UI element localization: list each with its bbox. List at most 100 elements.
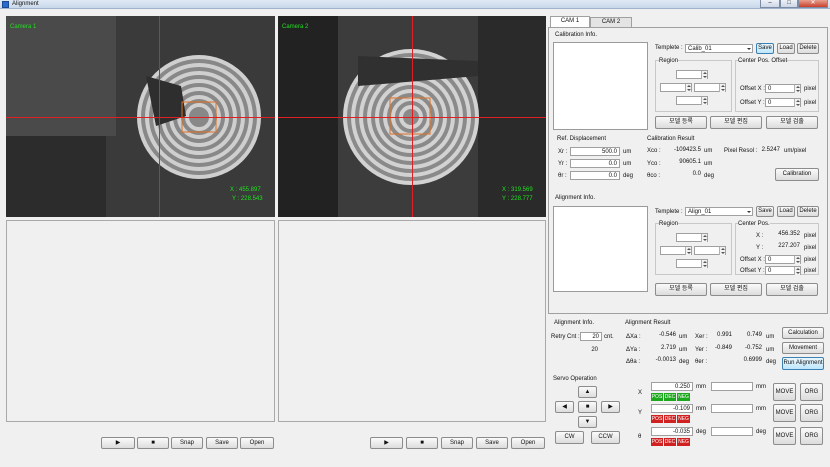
- pixel-unit: pixel: [804, 257, 817, 263]
- crosshair-vertical: [159, 16, 160, 217]
- movement-button[interactable]: Movement: [782, 342, 824, 354]
- spinner-arrows-icon[interactable]: [794, 85, 800, 93]
- delta-ya-label: ΔYa :: [626, 347, 641, 353]
- servo-right-button[interactable]: ▶: [601, 401, 620, 413]
- ref-xr-label: Xr :: [558, 149, 568, 155]
- mm-unit: mm: [756, 384, 766, 390]
- yco-value: 90605.1: [679, 159, 701, 165]
- app-icon: [2, 1, 9, 8]
- spinner-arrows-icon[interactable]: [701, 234, 707, 242]
- alignment-x-value: 456.352: [778, 231, 800, 237]
- um-unit: um: [623, 161, 632, 167]
- alignment-model-detect-button[interactable]: 모델 검출: [766, 283, 818, 296]
- servo-y-target-input[interactable]: [711, 404, 753, 413]
- camera-2-open-button[interactable]: Open: [511, 437, 545, 449]
- calibration-model-register-button[interactable]: 모델 등록: [655, 116, 707, 129]
- camera-2-save-button[interactable]: Save: [476, 437, 508, 449]
- theta-move-button[interactable]: MOVE: [773, 427, 796, 445]
- spinner-arrows-icon[interactable]: [794, 267, 800, 275]
- ref-yr-field[interactable]: 0.0: [570, 159, 620, 168]
- servo-up-button[interactable]: ▲: [578, 386, 597, 398]
- pixel-unit: pixel: [804, 268, 817, 274]
- alignment-model-register-button[interactable]: 모델 등록: [655, 283, 707, 296]
- spinner-arrows-icon[interactable]: [719, 84, 725, 92]
- deg-unit: deg: [696, 429, 707, 435]
- calibration-region-left-spinner[interactable]: [660, 83, 692, 92]
- calibration-region-top-spinner[interactable]: [676, 70, 708, 79]
- servo-down-button[interactable]: ▼: [578, 416, 597, 428]
- calibration-offset-y-spinner[interactable]: 0: [765, 98, 801, 107]
- x-move-button[interactable]: MOVE: [773, 383, 796, 401]
- spinner-arrows-icon[interactable]: [794, 99, 800, 107]
- alignment-region-top-spinner[interactable]: [676, 233, 708, 242]
- alignment-load-button[interactable]: Load: [777, 206, 795, 217]
- alignment-region-left-spinner[interactable]: [660, 246, 692, 255]
- camera-1-stop-button[interactable]: ■: [137, 437, 169, 449]
- calibration-load-button[interactable]: Load: [777, 43, 795, 54]
- alignment-region-right-spinner[interactable]: [694, 246, 726, 255]
- spinner-arrows-icon[interactable]: [685, 84, 691, 92]
- calibration-region-right-spinner[interactable]: [694, 83, 726, 92]
- retry-count-field[interactable]: 20: [580, 332, 602, 341]
- camera-1-open-button[interactable]: Open: [240, 437, 274, 449]
- camera-1-view[interactable]: Camera 1 X : 455.897 Y : 228.543: [6, 16, 275, 217]
- calibration-template-select[interactable]: Calib_01: [685, 44, 753, 53]
- y-org-button[interactable]: ORG: [800, 404, 823, 422]
- maximize-button[interactable]: □: [780, 0, 798, 8]
- alignment-save-button[interactable]: Save: [756, 206, 774, 217]
- calculation-button[interactable]: Calculation: [782, 327, 824, 339]
- alignment-model-edit-button[interactable]: 모델 편집: [710, 283, 762, 296]
- calibration-region-bottom-spinner[interactable]: [676, 96, 708, 105]
- pixel-resolution-value: 2.5247: [761, 147, 780, 153]
- minimize-button[interactable]: –: [760, 0, 780, 8]
- spinner-arrows-icon[interactable]: [701, 71, 707, 79]
- camera-1-save-button[interactable]: Save: [206, 437, 238, 449]
- servo-left-button[interactable]: ◀: [555, 401, 574, 413]
- delta-theta-a-label: Δθa :: [626, 359, 641, 365]
- camera-1-snap-button[interactable]: Snap: [171, 437, 203, 449]
- servo-stop-button[interactable]: ■: [578, 401, 597, 413]
- theta-er-label: θer :: [695, 359, 708, 365]
- calibration-model-edit-button[interactable]: 모델 편집: [710, 116, 762, 129]
- tab-cam-1[interactable]: CAM 1: [550, 16, 590, 27]
- theta-org-button[interactable]: ORG: [800, 427, 823, 445]
- close-button[interactable]: ✕: [798, 0, 828, 8]
- xco-label: Xco :: [647, 148, 661, 154]
- um-unit: um: [623, 149, 632, 155]
- servo-ccw-button[interactable]: CCW: [591, 431, 620, 444]
- camera-1-y: Y : 228.543: [232, 196, 263, 202]
- calibration-save-button[interactable]: Save: [756, 43, 774, 54]
- camera-2-stop-button[interactable]: ■: [406, 437, 438, 449]
- ref-xr-field[interactable]: 500.0: [570, 147, 620, 156]
- servo-x-target-input[interactable]: [711, 382, 753, 391]
- alignment-result-title: Alignment Result: [625, 320, 671, 326]
- camera-2-snap-button[interactable]: Snap: [441, 437, 473, 449]
- delta-xa-value: -0.546: [658, 332, 676, 338]
- servo-theta-position: -0.035: [651, 427, 693, 436]
- alignment-offset-x-spinner[interactable]: 0: [765, 255, 801, 264]
- camera-2-play-button[interactable]: ▶: [370, 437, 403, 449]
- spinner-arrows-icon[interactable]: [794, 256, 800, 264]
- y-dec-indicator: DEC: [664, 415, 676, 423]
- calibration-delete-button[interactable]: Delete: [797, 43, 819, 54]
- servo-theta-target-input[interactable]: [711, 427, 753, 436]
- spinner-arrows-icon[interactable]: [719, 247, 725, 255]
- y-move-button[interactable]: MOVE: [773, 404, 796, 422]
- alignment-template-select[interactable]: Align_01: [685, 207, 753, 216]
- spinner-arrows-icon[interactable]: [685, 247, 691, 255]
- camera-2-view[interactable]: Camera 2 X : 319.569 Y : 228.777: [278, 16, 546, 217]
- alignment-offset-y-spinner[interactable]: 0: [765, 266, 801, 275]
- servo-cw-button[interactable]: CW: [555, 431, 584, 444]
- ref-theta-field[interactable]: 0.0: [570, 171, 620, 180]
- calibration-model-detect-button[interactable]: 모델 검출: [766, 116, 818, 129]
- spinner-arrows-icon[interactable]: [701, 97, 707, 105]
- alignment-delete-button[interactable]: Delete: [797, 206, 819, 217]
- calibration-offset-x-spinner[interactable]: 0: [765, 84, 801, 93]
- calibration-button[interactable]: Calibration: [775, 168, 819, 181]
- spinner-arrows-icon[interactable]: [701, 260, 707, 268]
- camera-1-play-button[interactable]: ▶: [101, 437, 135, 449]
- run-alignment-button[interactable]: Run Alignment: [782, 357, 824, 370]
- tab-cam-2[interactable]: CAM 2: [590, 17, 632, 27]
- x-org-button[interactable]: ORG: [800, 383, 823, 401]
- alignment-region-bottom-spinner[interactable]: [676, 259, 708, 268]
